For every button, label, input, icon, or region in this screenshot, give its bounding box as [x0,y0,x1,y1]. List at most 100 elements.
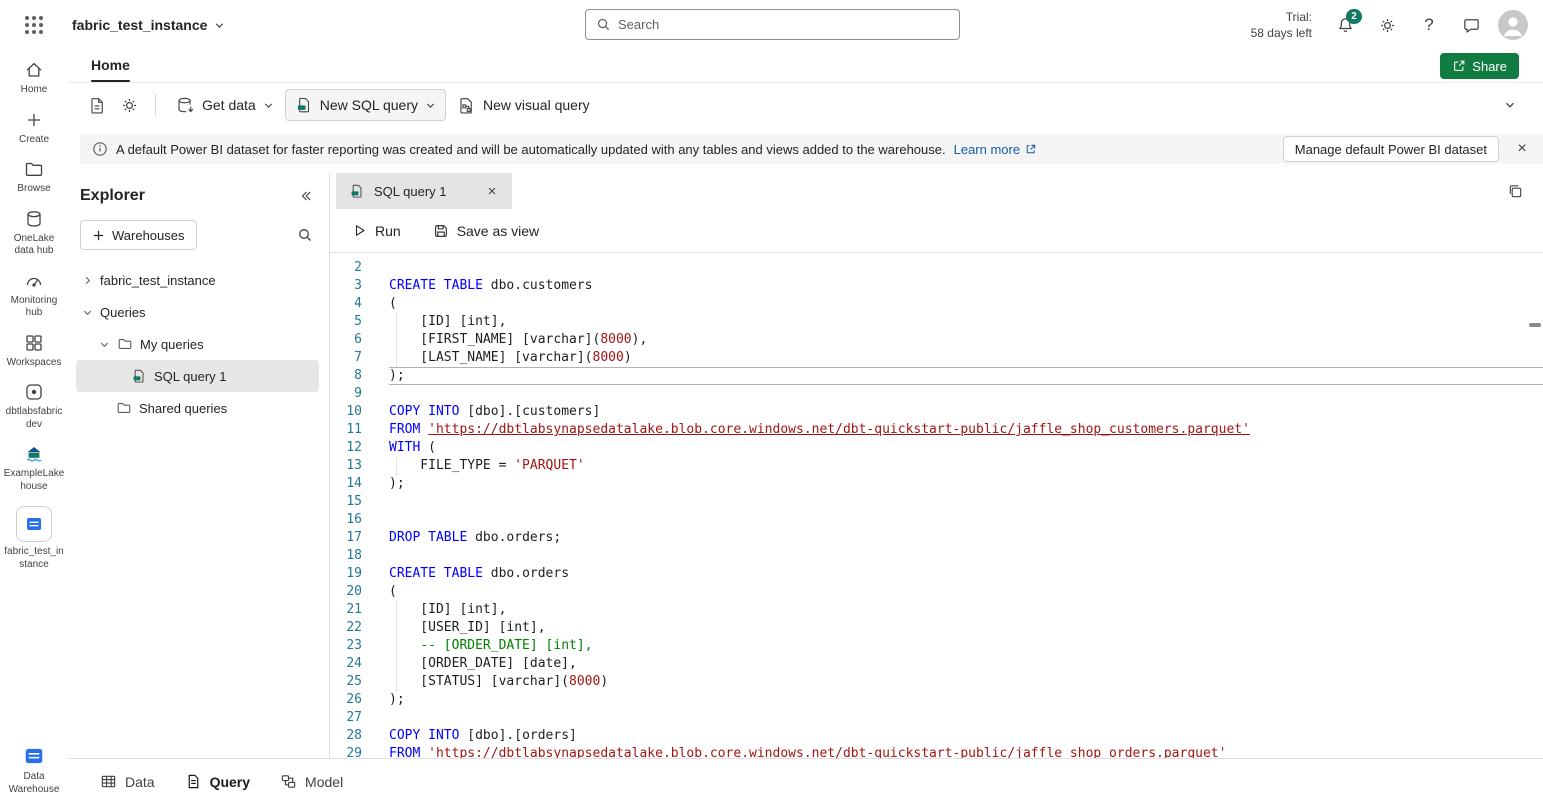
avatar [1498,10,1528,40]
tree-item-shared-queries[interactable]: Shared queries [76,392,319,424]
code-line[interactable]: 7 [LAST_NAME] [varchar](8000) [330,349,1543,367]
rail-item-examplelakehouse[interactable]: ExampleLakehouse [1,444,67,493]
tab-sql-query-1[interactable]: SQL query 1 × [336,173,512,209]
code-line[interactable]: 12WITH ( [330,439,1543,457]
scrollbar-marker[interactable] [1529,323,1541,327]
code-line[interactable]: 4( [330,295,1543,313]
code-line[interactable]: 14); [330,475,1543,493]
new-sql-query-button[interactable]: New SQL query [285,89,446,121]
tree-item-sql-query-1[interactable]: SQL query 1 [76,360,319,392]
code-line[interactable]: 17DROP TABLE dbo.orders; [330,529,1543,547]
bottom-tab-model[interactable]: Model [280,773,343,790]
code-line[interactable]: 2 [330,259,1543,277]
share-button[interactable]: Share [1440,53,1519,79]
rail-item-monitoring-hub[interactable]: Monitoring hub [1,271,67,320]
settings-gear-button[interactable] [114,90,144,120]
explorer-actions: Warehouses [76,220,319,250]
left-rail: Home Create Browse OneLake data hub Moni… [0,50,68,804]
get-data-label: Get data [202,97,256,113]
bottom-tab-query[interactable]: Query [185,773,250,790]
save-as-view-button[interactable]: Save as view [433,223,539,239]
code-line[interactable]: 11FROM 'https://dbtlabsynapsedatalake.bl… [330,421,1543,439]
code-line[interactable]: 13 FILE_TYPE = 'PARQUET' [330,457,1543,475]
app-title-button[interactable]: fabric_test_instance [72,17,225,33]
close-tab-button[interactable]: × [482,183,502,200]
code-line[interactable]: 15 [330,493,1543,511]
rail-item-browse[interactable]: Browse [1,159,67,196]
code-editor[interactable]: 23CREATE TABLE dbo.customers4(5 [ID] [in… [330,253,1543,758]
code-line[interactable]: 20( [330,583,1543,601]
rail-item-fabric-test-instance[interactable]: fabric_test_instance [1,506,67,571]
code-line[interactable]: 26); [330,691,1543,709]
rail-item-workspaces[interactable]: Workspaces [1,333,67,370]
code-text: [ORDER_DATE] [date], [389,655,1543,673]
code-line[interactable]: 6 [FIRST_NAME] [varchar](8000), [330,331,1543,349]
help-icon: ? [1424,15,1433,35]
code-line[interactable]: 21 [ID] [int], [330,601,1543,619]
code-text: CREATE TABLE dbo.customers [389,277,1543,295]
bottom-tab-data[interactable]: Data [100,773,155,790]
sql-query-icon [295,96,313,114]
rail-item-data-warehouse[interactable]: Data Warehouse [1,745,67,796]
code-line[interactable]: 28COPY INTO [dbo].[orders] [330,727,1543,745]
collapse-ribbon-button[interactable] [1495,90,1525,120]
manage-dataset-button[interactable]: Manage default Power BI dataset [1283,136,1499,162]
tab-home[interactable]: Home [82,50,139,82]
help-button[interactable]: ? [1412,8,1446,42]
code-line[interactable]: 10COPY INTO [dbo].[customers] [330,403,1543,421]
get-data-button[interactable]: Get data [167,89,283,121]
code-line[interactable]: 9 [330,385,1543,403]
app-launcher-button[interactable] [0,0,68,50]
rail-item-label: Data Warehouse [3,771,65,796]
learn-more-link[interactable]: Learn more [954,142,1037,157]
new-item-button[interactable] [82,90,112,120]
code-line[interactable]: 8); [330,367,1543,385]
query-toolbar: Run Save as view [330,209,1543,253]
manage-dataset-label: Manage default Power BI dataset [1295,142,1487,157]
tab-home-label: Home [91,57,130,73]
plus-icon [92,229,105,242]
feedback-button[interactable] [1454,8,1488,42]
app-title: fabric_test_instance [72,17,207,33]
tree-item-queries[interactable]: Queries [76,296,319,328]
banner-message: A default Power BI dataset for faster re… [116,142,946,157]
warehouse-icon [24,514,44,534]
code-line[interactable]: 5 [ID] [int], [330,313,1543,331]
code-text: [LAST_NAME] [varchar](8000) [389,349,1543,367]
rail-item-dbtlabsfabricdev[interactable]: dbtlabsfabricdev [1,382,67,431]
code-line[interactable]: 22 [USER_ID] [int], [330,619,1543,637]
code-line[interactable]: 3CREATE TABLE dbo.customers [330,277,1543,295]
rail-item-create[interactable]: Create [1,110,67,147]
code-line[interactable]: 16 [330,511,1543,529]
search-input[interactable] [618,17,949,32]
account-avatar[interactable] [1496,8,1530,42]
new-sql-query-label: New SQL query [320,97,418,113]
code-line[interactable]: 27 [330,709,1543,727]
code-line[interactable]: 23 -- [ORDER_DATE] [int], [330,637,1543,655]
tree-item-warehouse[interactable]: fabric_test_instance [76,264,319,296]
collapse-explorer-button[interactable] [299,189,313,203]
copy-button[interactable] [1501,177,1529,205]
notification-badge: 2 [1346,9,1362,24]
code-text [389,511,1543,529]
rail-item-home[interactable]: Home [1,60,67,97]
code-line[interactable]: 18 [330,547,1543,565]
notifications-button[interactable]: 2 [1328,8,1362,42]
tree-item-my-queries[interactable]: My queries [76,328,319,360]
new-visual-query-button[interactable]: New visual query [448,89,599,121]
ribbon-tab-bar: Home Share [68,50,1543,83]
rail-item-onelake-data-hub[interactable]: OneLake data hub [1,209,67,258]
run-button[interactable]: Run [352,223,401,239]
code-line[interactable]: 25 [STATUS] [varchar](8000) [330,673,1543,691]
trial-status: Trial: 58 days left [1251,9,1312,41]
banner-close-button[interactable]: × [1507,135,1537,163]
line-number: 24 [330,655,362,673]
code-line[interactable]: 29FROM 'https://dbtlabsynapsedatalake.bl… [330,745,1543,758]
add-warehouses-button[interactable]: Warehouses [80,220,197,250]
code-line[interactable]: 19CREATE TABLE dbo.orders [330,565,1543,583]
main-column: Home Share Get data [68,50,1543,804]
settings-button[interactable] [1370,8,1404,42]
explorer-search-button[interactable] [297,227,313,243]
code-line[interactable]: 24 [ORDER_DATE] [date], [330,655,1543,673]
line-number: 6 [330,331,362,349]
